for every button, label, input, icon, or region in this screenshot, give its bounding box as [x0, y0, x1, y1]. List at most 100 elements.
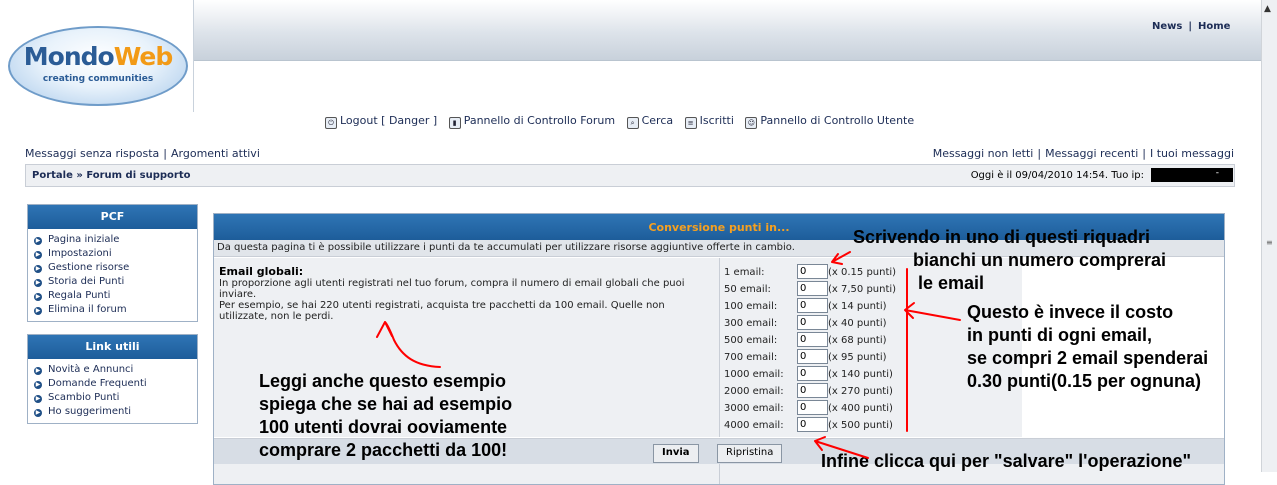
- quantity-input[interactable]: 0: [797, 315, 828, 330]
- quantity-input[interactable]: 0: [797, 417, 828, 432]
- home-link[interactable]: Home: [1198, 21, 1230, 32]
- logo-tagline: creating communities: [42, 74, 154, 84]
- forum-control-icon: ▮: [448, 117, 461, 129]
- sidebar-pcf: PCF ▶ Pagina iniziale ▶ Impostazioni ▶ Gest…: [27, 204, 198, 322]
- arrow-bullet-icon: ▶: [34, 237, 42, 245]
- separator: |: [1188, 21, 1192, 32]
- sidebar-item-label: Elimina il forum: [48, 304, 127, 315]
- breadcrumb-separator: »: [76, 170, 83, 181]
- email-description-line: In proporzione agli utenti registrati ne…: [219, 278, 685, 300]
- option-label: 1 email:: [724, 267, 765, 278]
- annotation-boxes-line2: bianchi un numero comprerai: [913, 250, 1167, 270]
- option-label: 1000 email:: [724, 369, 784, 380]
- recent-link[interactable]: Messaggi recenti: [1045, 147, 1138, 160]
- annotation-example-line1: Leggi anche questo esempio: [259, 371, 507, 391]
- user-control-icon: ☺: [745, 117, 758, 129]
- arrow-bullet-icon: ▶: [34, 395, 42, 403]
- arrow-bullet-icon: ▶: [34, 265, 42, 273]
- quantity-input[interactable]: 0: [797, 400, 828, 415]
- unread-link[interactable]: Messaggi non letti: [933, 147, 1034, 160]
- divider: [719, 464, 720, 484]
- option-label: 300 email:: [724, 318, 778, 329]
- option-cost: (x 68 punti): [828, 335, 887, 346]
- option-label: 50 email:: [724, 284, 771, 295]
- members-link[interactable]: Iscritti: [700, 114, 734, 127]
- annotation-cost-line4: 0.30 punti(0.15 per ognuna): [967, 371, 1202, 391]
- scrollbar[interactable]: ▲ ≡: [1261, 0, 1277, 472]
- logo[interactable]: MondoWeb creating communities: [8, 26, 188, 106]
- email-description: In proporzione agli utenti registrati ne…: [219, 278, 714, 322]
- news-link[interactable]: News: [1152, 21, 1182, 32]
- quantity-input[interactable]: 0: [797, 281, 828, 296]
- annotation-save: Infine clicca qui per "salvare" l'operaz…: [821, 451, 1192, 471]
- left-quick-links: Messaggi senza risposta | Argomenti attivi: [25, 147, 260, 160]
- sidebar-item-label: Domande Frequenti: [48, 378, 147, 389]
- option-label: 500 email:: [724, 335, 778, 346]
- logo-brand-part2: Web: [113, 42, 174, 71]
- scroll-up-arrow-icon[interactable]: ▲: [1264, 4, 1271, 14]
- quantity-input[interactable]: 0: [797, 383, 828, 398]
- forum-control-link[interactable]: Pannello di Controllo Forum: [464, 114, 615, 127]
- breadcrumb-bar: Portale » Forum di supporto Oggi è il 09…: [25, 164, 1235, 187]
- breadcrumb-forum[interactable]: Forum di supporto: [86, 170, 190, 181]
- quantity-input[interactable]: 0: [797, 298, 828, 313]
- logo-area[interactable]: MondoWeb creating communities: [0, 0, 194, 112]
- reset-button[interactable]: Ripristina: [717, 444, 783, 463]
- annotation-example-line3: 100 utenti dovrai ooviamente: [259, 417, 508, 437]
- active-topics-link[interactable]: Argomenti attivi: [171, 147, 260, 160]
- sidebar-item-suggestions[interactable]: ▶ Ho suggerimenti: [34, 405, 197, 419]
- sidebar-item-news[interactable]: ▶ Novità e Annunci: [34, 363, 197, 377]
- sidebar-useful-links: Link utili ▶ Novità e Annunci ▶ Domande Fr…: [27, 334, 198, 424]
- option-label: 4000 email:: [724, 420, 784, 431]
- sidebar-item-resources[interactable]: ▶ Gestione risorse: [34, 261, 197, 275]
- option-cost: (x 95 punti): [828, 352, 887, 363]
- sidebar-item-settings[interactable]: ▶ Impostazioni: [34, 247, 197, 261]
- annotation-example-line4: comprare 2 pacchetti da 100!: [259, 440, 508, 460]
- option-label: 2000 email:: [724, 386, 784, 397]
- option-label: 100 email:: [724, 301, 778, 312]
- search-link[interactable]: Cerca: [642, 114, 674, 127]
- annotation-boxes-line3: le email: [918, 273, 985, 293]
- submit-button[interactable]: Invia: [653, 444, 699, 463]
- arrow-bullet-icon: ▶: [34, 279, 42, 287]
- sidebar-item-label: Regala Punti: [48, 290, 111, 301]
- sidebar-item-delete-forum[interactable]: ▶ Elimina il forum: [34, 303, 197, 317]
- option-cost: (x 14 punti): [828, 301, 887, 312]
- logout-link[interactable]: Logout [ Danger ]: [340, 114, 437, 127]
- separator: |: [1037, 147, 1042, 160]
- email-description-example: Per esempio, se hai 220 utenti registrat…: [219, 300, 665, 322]
- unanswered-link[interactable]: Messaggi senza risposta: [25, 147, 159, 160]
- sidebar-item-label: Gestione risorse: [48, 262, 130, 273]
- members-icon: ≡: [684, 117, 697, 129]
- breadcrumb-portal[interactable]: Portale: [32, 170, 73, 181]
- separator: |: [163, 147, 167, 160]
- quantity-input[interactable]: 0: [797, 366, 828, 381]
- option-label: 700 email:: [724, 352, 778, 363]
- annotation-boxes-line1: Scrivendo in uno di questi riquadri: [853, 227, 1151, 247]
- user-control-link[interactable]: Pannello di Controllo Utente: [760, 114, 914, 127]
- right-quick-links: Messaggi non letti | Messaggi recenti | I tu…: [933, 147, 1234, 160]
- sidebar-item-label: Ho suggerimenti: [48, 406, 132, 417]
- option-cost: (x 270 punti): [828, 386, 893, 397]
- sidebar-item-label: Impostazioni: [48, 248, 112, 259]
- sidebar-item-label: Pagina iniziale: [48, 234, 120, 245]
- sidebar-item-gift-points[interactable]: ▶ Regala Punti: [34, 289, 197, 303]
- sidebar-item-points-exchange[interactable]: ▶ Scambio Punti: [34, 391, 197, 405]
- arrow-bullet-icon: ▶: [34, 293, 42, 301]
- ip-redacted: -: [1151, 168, 1233, 182]
- scroll-grip-icon[interactable]: ≡: [1266, 238, 1273, 247]
- sidebar-pcf-list: ▶ Pagina iniziale ▶ Impostazioni ▶ Gestione…: [28, 233, 197, 317]
- arrow-bullet-icon: ▶: [34, 367, 42, 375]
- breadcrumb: Portale » Forum di supporto: [32, 170, 190, 181]
- quantity-input[interactable]: 0: [797, 332, 828, 347]
- option-cost: (x 140 punti): [828, 369, 893, 380]
- ip-mask: -: [1215, 168, 1219, 178]
- option-cost: (x 0.15 punti): [828, 267, 897, 278]
- quantity-input[interactable]: 0: [797, 264, 828, 279]
- sidebar-item-label: Novità e Annunci: [48, 364, 134, 375]
- sidebar-item-points-history[interactable]: ▶ Storia dei Punti: [34, 275, 197, 289]
- quantity-input[interactable]: 0: [797, 349, 828, 364]
- sidebar-item-home[interactable]: ▶ Pagina iniziale: [34, 233, 197, 247]
- sidebar-item-faq[interactable]: ▶ Domande Frequenti: [34, 377, 197, 391]
- my-messages-link[interactable]: I tuoi messaggi: [1150, 147, 1234, 160]
